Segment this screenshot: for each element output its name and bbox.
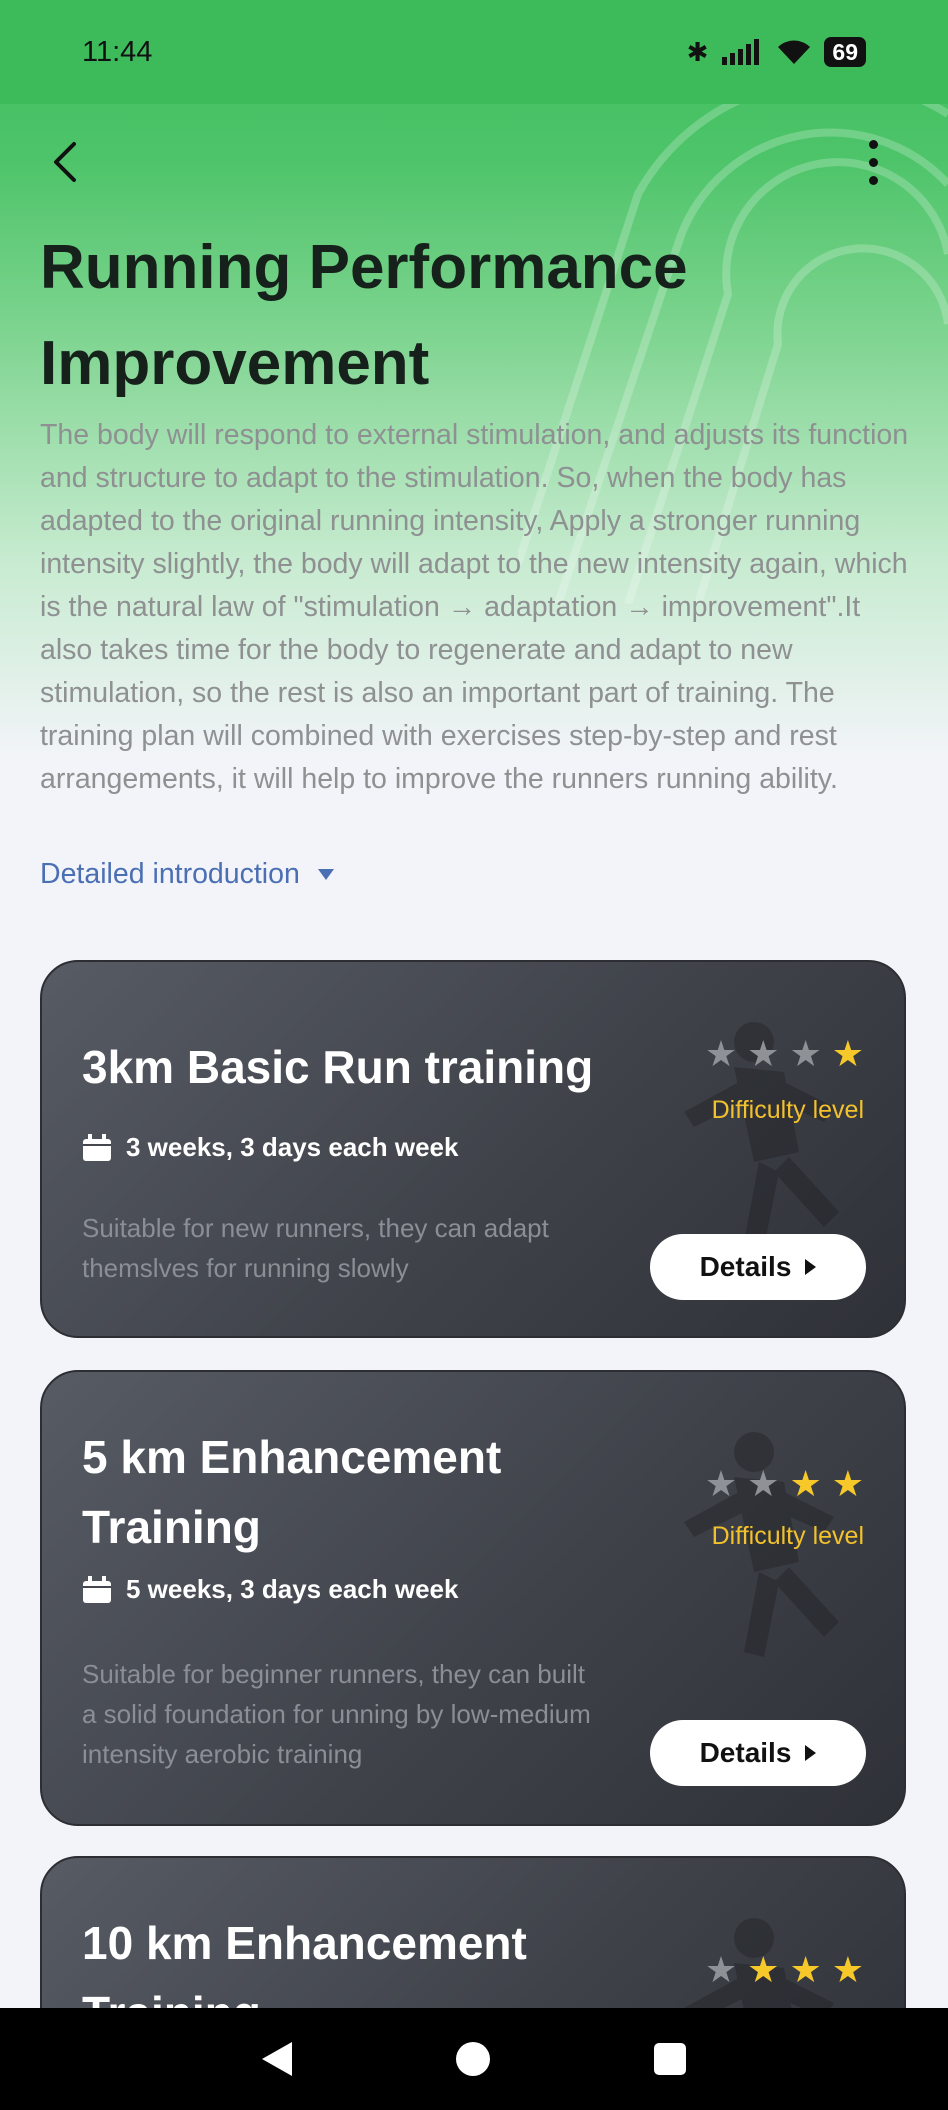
status-bar: 11:44 ✱ 69 xyxy=(0,0,948,104)
bluetooth-icon: ✱ xyxy=(686,36,709,67)
battery-indicator: 69 xyxy=(824,37,866,67)
plan-card-5km[interactable]: 5 km Enhancement Training 5 weeks, 3 day… xyxy=(40,1370,906,1826)
calendar-icon xyxy=(83,1133,111,1161)
star-icon: ★ xyxy=(789,1033,822,1074)
system-nav-bar xyxy=(0,2008,948,2110)
more-vertical-icon-dot xyxy=(868,175,878,185)
plan-description: Suitable for new runners, they can adapt… xyxy=(82,1213,549,1283)
star-icon: ★ xyxy=(831,1463,864,1504)
plan-schedule: 3 weeks, 3 days each week xyxy=(82,1132,458,1163)
difficulty-stars: ★ ★ ★ ★ xyxy=(705,1036,864,1072)
wifi-icon xyxy=(778,40,811,64)
difficulty-label: Difficulty level xyxy=(711,1096,864,1124)
details-button-label: Details xyxy=(699,1251,792,1282)
more-options-button[interactable] xyxy=(858,132,888,192)
chevron-left-icon xyxy=(54,142,76,182)
back-button[interactable] xyxy=(40,132,90,192)
more-vertical-icon-dot xyxy=(868,157,878,167)
difficulty-stars: ★ ★ ★ ★ xyxy=(705,1952,864,1988)
nav-home-icon[interactable] xyxy=(456,2042,490,2076)
nav-back-icon[interactable] xyxy=(262,2042,292,2076)
caret-down-icon xyxy=(317,869,334,880)
more-vertical-icon-dot xyxy=(868,139,878,149)
details-button-label: Details xyxy=(699,1737,792,1768)
details-button[interactable]: Details xyxy=(650,1234,866,1300)
plan-card-3km[interactable]: 3km Basic Run training 3 weeks, 3 days e… xyxy=(40,960,906,1338)
star-icon: ★ xyxy=(831,1949,864,1990)
detailed-introduction-link[interactable]: Detailed introduction xyxy=(40,858,334,891)
play-arrow-icon xyxy=(805,1745,817,1761)
star-icon: ★ xyxy=(747,1949,780,1990)
screen: 11:44 ✱ 69 Running Performance Improveme… xyxy=(0,0,948,2110)
star-icon: ★ xyxy=(747,1033,780,1074)
plan-title: 3km Basic Run training xyxy=(82,1041,594,1093)
difficulty-stars: ★ ★ ★ ★ xyxy=(705,1466,864,1502)
signal-icon xyxy=(722,39,760,65)
star-icon: ★ xyxy=(704,1033,738,1074)
plan-title: 5 km Enhancement Training xyxy=(82,1431,502,1553)
plan-schedule: 5 weeks, 3 days each week xyxy=(82,1574,458,1605)
detailed-introduction-label: Detailed introduction xyxy=(40,858,300,890)
status-time: 11:44 xyxy=(82,35,153,68)
star-icon: ★ xyxy=(704,1949,738,1990)
star-icon: ★ xyxy=(831,1033,864,1074)
plan-schedule-label: 5 weeks, 3 days each week xyxy=(126,1574,459,1604)
difficulty-label: Difficulty level xyxy=(711,1522,864,1550)
play-arrow-icon xyxy=(805,1259,817,1275)
details-button[interactable]: Details xyxy=(650,1720,866,1786)
plan-schedule-label: 3 weeks, 3 days each week xyxy=(126,1132,459,1162)
calendar-icon xyxy=(83,1575,111,1603)
status-icons: ✱ 69 xyxy=(687,37,866,68)
star-icon: ★ xyxy=(747,1463,780,1504)
page-title: Running Performance Improvement xyxy=(40,233,688,398)
star-icon: ★ xyxy=(704,1463,738,1504)
star-icon: ★ xyxy=(789,1463,822,1504)
nav-recents-icon[interactable] xyxy=(654,2043,686,2075)
star-icon: ★ xyxy=(789,1949,822,1990)
plan-description: Suitable for beginner runners, they can … xyxy=(82,1659,591,1769)
intro-text: The body will respond to external stimul… xyxy=(40,419,909,795)
